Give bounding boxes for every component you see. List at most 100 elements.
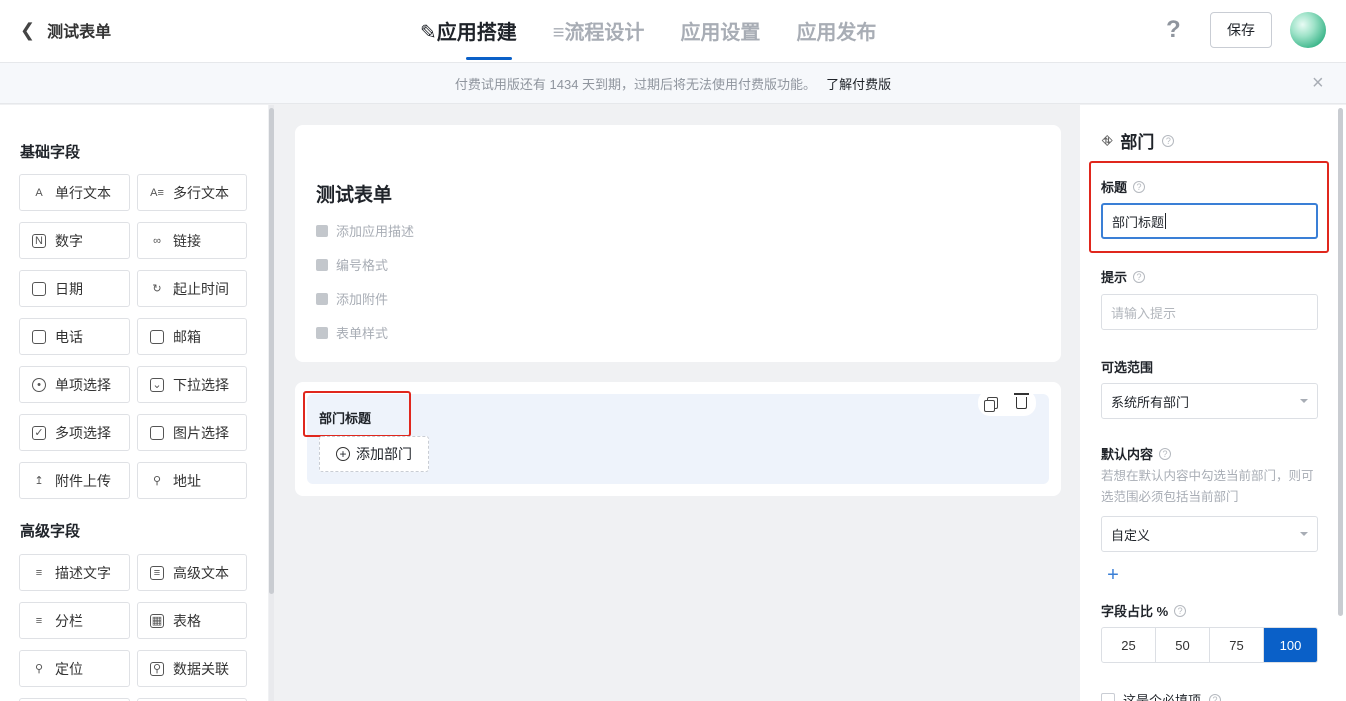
- help-circle-icon[interactable]: ?: [1133, 180, 1146, 193]
- field-radio[interactable]: • 单项选择: [19, 366, 130, 403]
- notice-text: 付费试用版还有 1434 天到期，过期后将无法使用付费版功能。: [454, 76, 817, 92]
- form-style-option[interactable]: 表单样式: [316, 323, 388, 342]
- table-icon: ▦: [150, 613, 164, 628]
- save-button[interactable]: 保存: [1210, 12, 1272, 48]
- clock-refresh-icon: ↻: [152, 283, 162, 295]
- field-email[interactable]: 邮箱: [137, 318, 247, 355]
- text-caret: [1165, 213, 1167, 229]
- number-format-option[interactable]: 编号格式: [316, 255, 388, 274]
- required-checkbox[interactable]: 这是个必填项?: [1101, 690, 1222, 701]
- radio-icon: •: [32, 377, 46, 392]
- calendar-icon: [32, 281, 46, 296]
- edit-icon: ✎: [420, 22, 437, 44]
- hint-input[interactable]: 请输入提示: [1101, 294, 1318, 330]
- copy-icon[interactable]: [984, 397, 998, 412]
- field-link[interactable]: ∞ 链接: [137, 222, 247, 259]
- tab-app-settings[interactable]: 应用设置: [680, 16, 760, 60]
- ratio-option-50[interactable]: 50: [1156, 628, 1210, 662]
- dropdown-icon: ⌄: [150, 377, 164, 392]
- field-image-select[interactable]: 图片选择: [137, 414, 247, 451]
- tab-app-build[interactable]: ✎应用搭建: [420, 16, 517, 60]
- title-input[interactable]: 部门标题: [1101, 203, 1318, 239]
- advanced-fields-title: 高级字段: [20, 523, 81, 540]
- phone-icon: [32, 329, 46, 344]
- default-hint: 若想在默认内容中勾选当前部门，则可选范围必须包括当前部门: [1101, 469, 1314, 504]
- map-pin-icon: ⚲: [152, 475, 162, 487]
- upload-icon: [316, 292, 328, 305]
- chevron-down-icon: [1300, 399, 1308, 403]
- close-icon[interactable]: ×: [1312, 72, 1324, 95]
- org-tree-icon: ⛗: [1102, 132, 1113, 148]
- default-label: 默认内容?: [1101, 444, 1172, 463]
- search-link-icon: ⚲: [150, 661, 164, 676]
- add-description-option[interactable]: 添加应用描述: [316, 221, 414, 240]
- app-title: 测试表单: [47, 24, 112, 41]
- field-columns[interactable]: ≡ 分栏: [19, 602, 130, 639]
- image-icon: [150, 425, 164, 440]
- properties-scrollbar[interactable]: [1338, 108, 1343, 616]
- document-icon: ≡: [150, 565, 164, 580]
- field-address[interactable]: ⚲ 地址: [137, 462, 247, 499]
- field-rich-text[interactable]: ≡ 高级文本: [137, 554, 247, 591]
- field-dropdown[interactable]: ⌄ 下拉选择: [137, 366, 247, 403]
- field-type-title: ⛗ 部门 ?: [1102, 128, 1175, 153]
- field-data-link[interactable]: ⚲ 数据关联: [137, 650, 247, 687]
- mailbox-icon: [150, 329, 164, 344]
- form-title[interactable]: 测试表单: [316, 180, 392, 207]
- columns-icon: ≡: [35, 614, 43, 627]
- field-date[interactable]: 日期: [19, 270, 130, 307]
- help-icon[interactable]: ?: [1166, 16, 1181, 44]
- comment-icon: [316, 224, 328, 237]
- ratio-option-100[interactable]: 100: [1264, 628, 1317, 662]
- link-icon: ∞: [153, 234, 161, 247]
- checkbox-icon: ✓: [32, 425, 46, 440]
- text-a-icon: A: [35, 186, 43, 199]
- tab-flow-design[interactable]: ≡流程设计: [553, 16, 645, 60]
- location-icon: ⚲: [34, 663, 44, 675]
- help-circle-icon[interactable]: ?: [1133, 270, 1146, 283]
- upload-icon: ↥: [34, 475, 44, 487]
- field-location[interactable]: ⚲ 定位: [19, 650, 130, 687]
- range-label: 可选范围: [1101, 360, 1154, 375]
- checkbox-icon[interactable]: [1101, 692, 1115, 701]
- field-checkbox[interactable]: ✓ 多项选择: [19, 414, 130, 451]
- field-multi-text[interactable]: A≡ 多行文本: [137, 174, 247, 211]
- text-align-icon: ≡: [35, 566, 43, 579]
- trial-notice-bar: 付费试用版还有 1434 天到期，过期后将无法使用付费版功能。 了解付费版: [0, 62, 1346, 104]
- basic-fields-title: 基础字段: [20, 144, 81, 161]
- help-circle-icon[interactable]: ?: [1209, 693, 1222, 701]
- add-department-button[interactable]: + 添加部门: [319, 436, 429, 472]
- field-phone[interactable]: 电话: [19, 318, 130, 355]
- title-label: 标题?: [1101, 177, 1146, 196]
- learn-paid-link[interactable]: 了解付费版: [826, 74, 891, 93]
- number-icon: [316, 258, 328, 271]
- back-button[interactable]: ❮ 测试表单: [20, 18, 111, 42]
- ratio-option-75[interactable]: 75: [1210, 628, 1264, 662]
- avatar[interactable]: [1290, 12, 1326, 48]
- tab-app-publish[interactable]: 应用发布: [796, 16, 876, 60]
- field-number[interactable]: N 数字: [19, 222, 130, 259]
- chevron-left-icon: ❮: [20, 19, 36, 40]
- hint-label: 提示?: [1101, 267, 1146, 286]
- ratio-option-25[interactable]: 25: [1102, 628, 1156, 662]
- plus-circle-icon: +: [336, 447, 350, 461]
- range-select[interactable]: 系统所有部门: [1101, 383, 1318, 419]
- add-default-plus-icon[interactable]: +: [1103, 564, 1123, 586]
- field-attachment[interactable]: ↥ 附件上传: [19, 462, 130, 499]
- palette-scrollbar[interactable]: [269, 108, 274, 594]
- field-toolbar: [978, 390, 1036, 416]
- field-date-range[interactable]: ↻ 起止时间: [137, 270, 247, 307]
- field-table[interactable]: ▦ 表格: [137, 602, 247, 639]
- help-circle-icon[interactable]: ?: [1159, 447, 1172, 460]
- chevron-down-icon: [1300, 532, 1308, 536]
- default-select[interactable]: 自定义: [1101, 516, 1318, 552]
- palette-icon: [316, 326, 328, 339]
- add-attachment-option[interactable]: 添加附件: [316, 289, 388, 308]
- trash-icon[interactable]: [1014, 393, 1029, 409]
- highlight-box: [303, 391, 411, 437]
- help-circle-icon[interactable]: ?: [1162, 134, 1175, 147]
- field-description[interactable]: ≡ 描述文字: [19, 554, 130, 591]
- help-circle-icon[interactable]: ?: [1174, 604, 1187, 617]
- field-single-text[interactable]: A 单行文本: [19, 174, 130, 211]
- form-header-card: [295, 125, 1061, 362]
